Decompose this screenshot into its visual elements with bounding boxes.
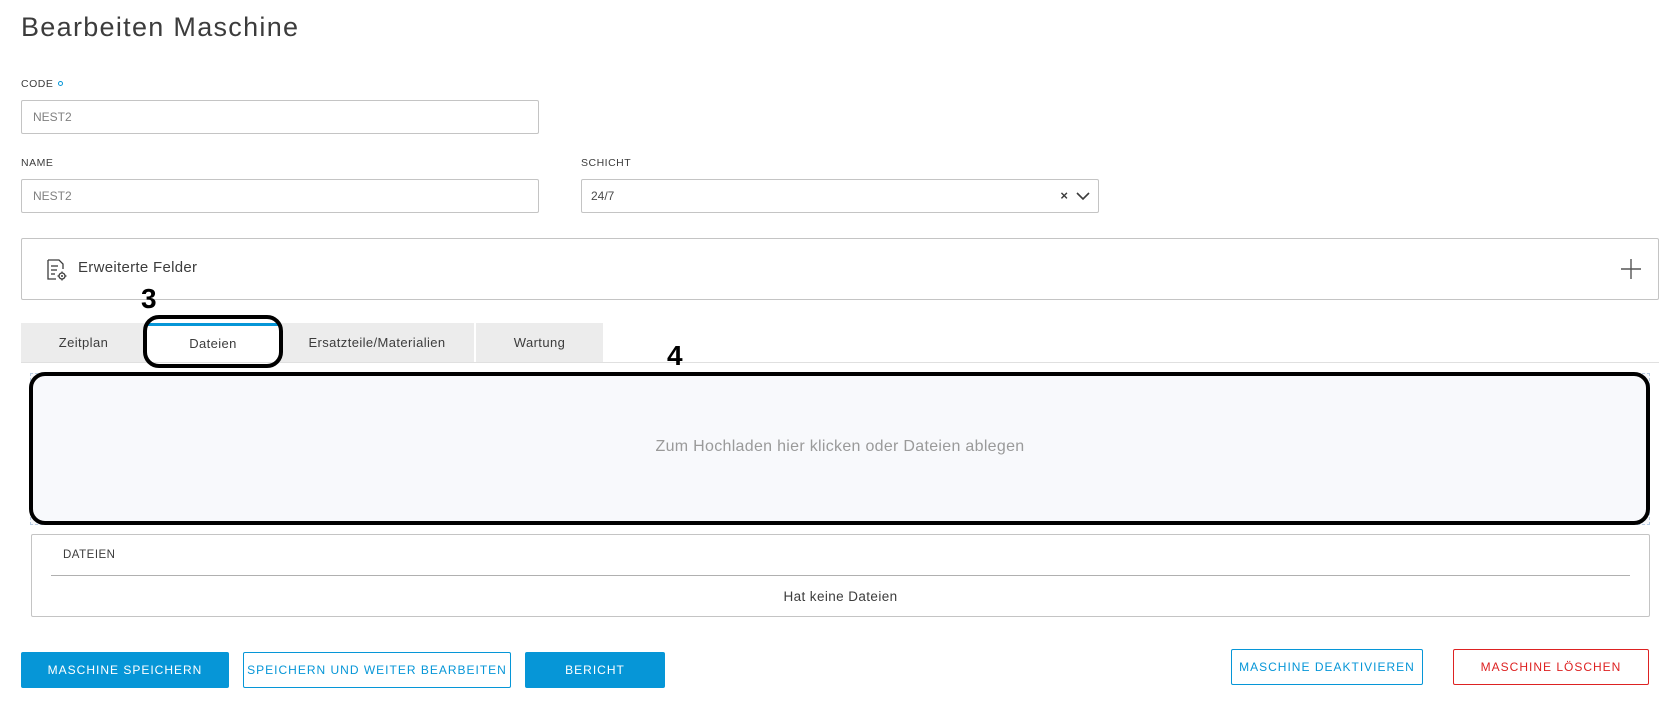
page-title: Bearbeiten Maschine — [21, 12, 300, 42]
shift-select-value: 24/7 — [591, 189, 615, 203]
deactivate-machine-button[interactable]: MASCHINE DEAKTIVIEREN — [1231, 649, 1423, 685]
tab-dateien[interactable]: Dateien — [148, 323, 278, 363]
tab-divider — [21, 362, 1659, 363]
files-empty-message: Hat keine Dateien — [783, 589, 898, 604]
dropzone-text: Zum Hochladen hier klicken oder Dateien … — [655, 438, 1025, 455]
shift-select[interactable]: 24/7 × — [581, 179, 1099, 213]
delete-machine-button[interactable]: MASCHINE LÖSCHEN — [1453, 649, 1649, 685]
files-header: DATEIEN — [63, 549, 116, 561]
tab-zeitplan[interactable]: Zeitplan — [21, 323, 146, 363]
save-and-continue-button[interactable]: SPEICHERN UND WEITER BEARBEITEN — [243, 652, 511, 688]
document-settings-icon — [47, 259, 67, 281]
code-label-text: CODE — [21, 78, 54, 90]
advanced-fields-accordion[interactable]: Erweiterte Felder — [21, 238, 1659, 300]
shift-label: SCHICHT — [581, 157, 632, 169]
save-machine-button[interactable]: MASCHINE SPEICHERN — [21, 652, 229, 688]
tab-wartung[interactable]: Wartung — [476, 323, 603, 363]
code-input[interactable]: NEST2 — [21, 100, 539, 134]
report-button[interactable]: BERICHT — [525, 652, 665, 688]
chevron-down-icon[interactable] — [1076, 191, 1090, 201]
code-label: CODE — [21, 78, 64, 90]
name-label: NAME — [21, 157, 54, 169]
name-input[interactable]: NEST2 — [21, 179, 539, 213]
annotation-marker-4: 4 — [667, 340, 683, 371]
files-divider — [51, 575, 1630, 576]
tab-ersatzteile[interactable]: Ersatzteile/Materialien — [280, 323, 474, 363]
required-indicator-icon — [58, 81, 64, 86]
file-dropzone[interactable]: Zum Hochladen hier klicken oder Dateien … — [30, 373, 1650, 525]
advanced-fields-label: Erweiterte Felder — [78, 259, 198, 276]
clear-icon[interactable]: × — [1060, 180, 1068, 212]
annotation-marker-3: 3 — [141, 283, 157, 314]
plus-icon[interactable] — [1620, 258, 1642, 280]
files-panel: DATEIEN Hat keine Dateien — [31, 534, 1650, 617]
